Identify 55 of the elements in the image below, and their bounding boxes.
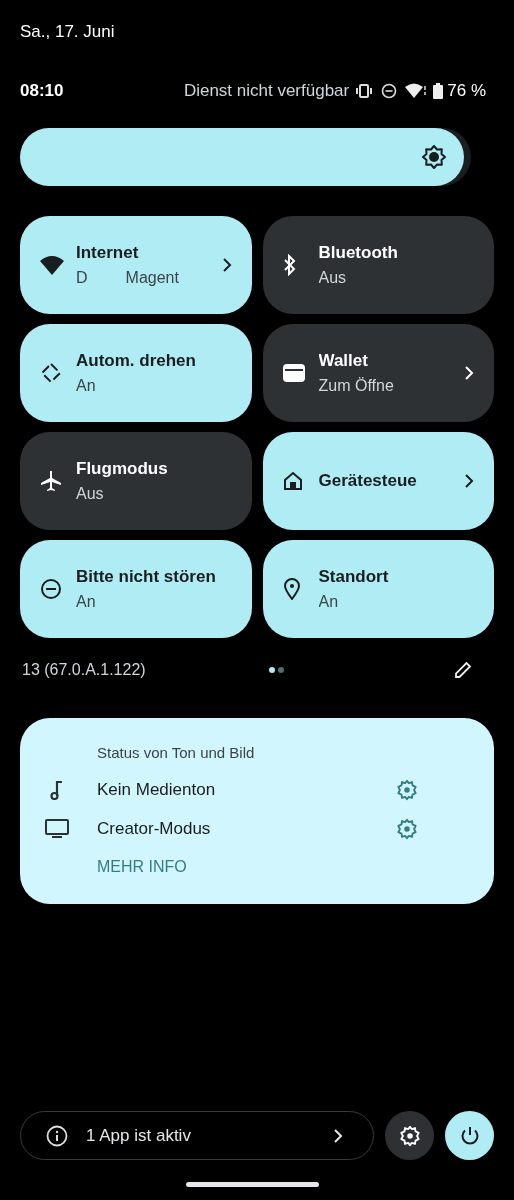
tile-status-text: Magent — [125, 267, 179, 288]
active-apps-text: 1 App ist aktiv — [86, 1124, 192, 1147]
info-icon — [46, 1124, 68, 1147]
tile-status-text: Aus — [318, 267, 347, 288]
do-not-disturb-icon — [40, 578, 62, 600]
quick-settings-tile[interactable]: Bluetooth Aus — [262, 216, 494, 314]
battery-percent-text: 76 % — [447, 80, 486, 102]
rotate-icon — [40, 362, 62, 384]
carrier-text: Dienst nicht verfügbar — [183, 80, 350, 102]
tile-status-text: An — [318, 591, 339, 612]
media-status-label: Kein Medienton — [97, 779, 217, 802]
quick-settings-tile[interactable]: Internet D Magent — [20, 216, 252, 314]
music-note-icon — [49, 780, 64, 800]
wifi-icon — [405, 83, 428, 99]
tile-label: Internet — [76, 242, 140, 265]
airplane-icon — [40, 470, 62, 492]
quick-settings-tile[interactable]: Bitte nicht stören An — [20, 540, 252, 638]
tile-status-text: Aus — [76, 483, 104, 504]
build-number-text: 13 (67.0.A.1.122) — [22, 660, 147, 680]
do-not-disturb-icon — [381, 82, 398, 99]
tile-label: Standort — [318, 566, 390, 589]
tile-label: Bluetooth — [318, 242, 399, 265]
tile-status-text: An — [76, 591, 96, 612]
home-icon — [282, 471, 303, 491]
quick-settings-tile[interactable]: Standort An — [262, 540, 494, 638]
tile-status-text: Zum Öffne — [318, 375, 394, 396]
location-pin-icon — [282, 578, 301, 600]
quick-settings-tile[interactable]: Autom. drehen An — [20, 324, 252, 422]
tile-label: Gerätesteue — [318, 470, 418, 493]
vibrate-icon — [355, 83, 374, 98]
tile-label: Flugmodus — [76, 458, 169, 481]
wallet-icon — [282, 364, 305, 382]
tile-label: Bitte nicht stören — [76, 566, 217, 589]
quick-settings-tile[interactable]: Gerätesteue — [262, 432, 494, 530]
more-info-link[interactable]: MEHR INFO — [97, 854, 187, 879]
card-title: Status von Ton und Bild — [97, 743, 256, 763]
date-text: Sa., 17. Juni — [20, 21, 115, 43]
media-status-label: Creator-Modus — [97, 818, 212, 841]
battery-icon — [433, 82, 444, 99]
tile-status-text: An — [76, 375, 96, 396]
tile-label: Wallet — [318, 350, 369, 373]
quick-settings-tile[interactable]: Wallet Zum Öffne — [262, 324, 494, 422]
chevron-icon — [334, 1128, 343, 1143]
tile-label: Autom. drehen — [76, 350, 197, 373]
tile-status-text: D — [76, 267, 88, 288]
bluetooth-icon — [282, 254, 297, 276]
power-icon — [459, 1125, 480, 1146]
wifi-icon — [40, 255, 64, 275]
clock-text: 08:10 — [20, 80, 64, 102]
monitor-icon — [44, 819, 69, 839]
edit-pencil-icon[interactable] — [454, 661, 472, 679]
settings-button[interactable] — [385, 1111, 434, 1160]
quick-settings-tile[interactable]: Flugmodus Aus — [20, 432, 252, 530]
power-button[interactable] — [445, 1111, 494, 1160]
brightness-icon — [422, 145, 447, 169]
